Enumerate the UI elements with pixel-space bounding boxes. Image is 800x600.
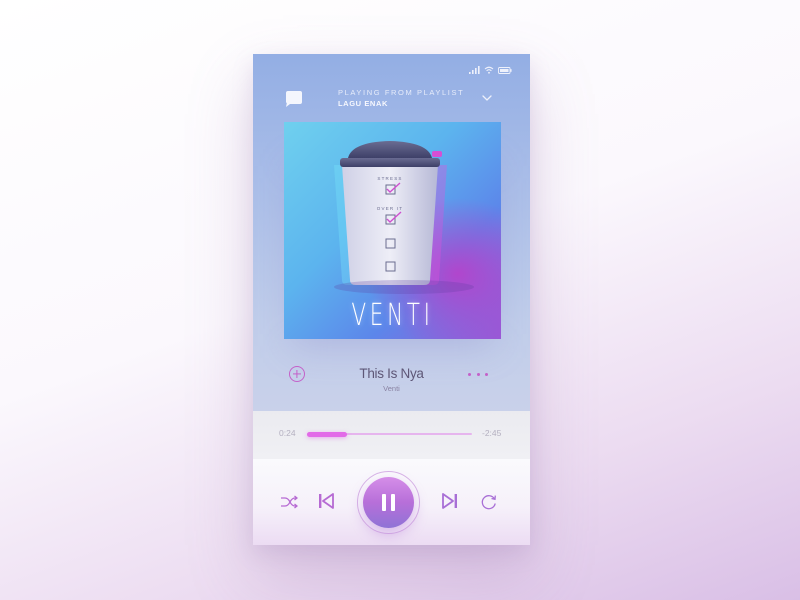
chevron-down-icon[interactable]: [481, 92, 493, 104]
more-dot: [476, 372, 480, 376]
more-dot: [485, 372, 488, 376]
previous-icon[interactable]: [317, 492, 335, 510]
playback-controls: [253, 459, 530, 545]
song-artist: Venti: [383, 384, 400, 393]
more-icon[interactable]: [468, 370, 488, 378]
battery-icon: [498, 66, 512, 74]
pause-icon[interactable]: [363, 477, 414, 528]
signal-icon: [469, 66, 480, 74]
playing-from-label: PLAYING FROM PLAYLIST: [338, 88, 465, 97]
playlist-name: LAGU ENAK: [338, 99, 388, 108]
progress-fill[interactable]: [307, 431, 347, 437]
elapsed-time: 0:24: [279, 428, 296, 438]
status-bar: [469, 64, 512, 76]
song-title: This Is Nya: [359, 366, 424, 381]
next-icon[interactable]: [441, 492, 459, 510]
repeat-icon[interactable]: [480, 493, 498, 511]
chat-bubble-icon[interactable]: [283, 90, 305, 108]
progress-section: 0:24 -2:45: [253, 411, 530, 459]
more-dot: [468, 372, 471, 376]
shuffle-icon[interactable]: [280, 494, 298, 510]
wifi-icon: [484, 66, 494, 74]
song-info-row: This Is Nya Venti: [253, 359, 530, 399]
player-header: PLAYING FROM PLAYLIST LAGU ENAK: [253, 84, 530, 114]
progress-bar[interactable]: [307, 431, 472, 437]
album-title-text: VENTI: [351, 298, 434, 333]
checklist-label-2: OVER IT: [377, 206, 403, 211]
music-player-screen: PLAYING FROM PLAYLIST LAGU ENAK STRESS O…: [253, 54, 530, 545]
album-art: STRESS OVER IT VENTI: [284, 122, 501, 339]
checklist-label-1: STRESS: [377, 176, 402, 181]
playlist-info: PLAYING FROM PLAYLIST LAGU ENAK: [338, 88, 464, 108]
now-playing-panel: PLAYING FROM PLAYLIST LAGU ENAK STRESS O…: [253, 54, 530, 411]
remaining-time: -2:45: [482, 428, 502, 438]
